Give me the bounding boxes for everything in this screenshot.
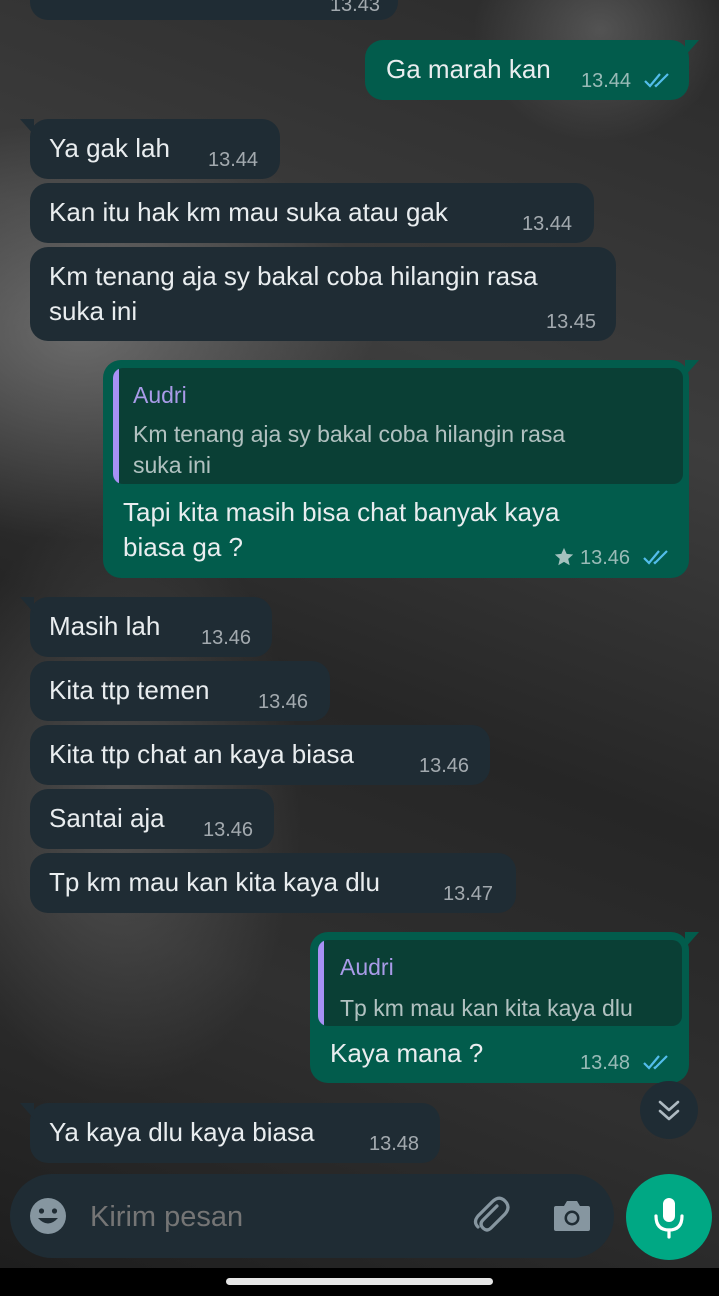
quote-author: Audri — [133, 382, 187, 408]
message-bubble-incoming[interactable]: Masih lah 13.46 — [20, 597, 272, 657]
microphone-icon — [654, 1198, 684, 1239]
paperclip-icon[interactable] — [470, 1194, 514, 1238]
message-text: Santai aja — [49, 803, 165, 833]
message-time: 13.46 — [258, 691, 309, 713]
message-time: 13.46 — [419, 755, 470, 777]
read-ticks-icon — [643, 1055, 668, 1070]
message-composer[interactable] — [10, 1174, 614, 1258]
system-navigation-bar — [0, 1268, 719, 1296]
message-text: Kita ttp chat an kaya biasa — [49, 739, 354, 769]
message-time: 13.48 — [369, 1133, 420, 1155]
message-text: Tp km mau kan kita kaya dlu — [49, 867, 380, 897]
message-time: 13.45 — [546, 311, 597, 333]
quoted-message[interactable]: Audri Tp km mau kan kita kaya dlu — [318, 940, 682, 1026]
double-chevron-down-icon — [658, 1100, 680, 1121]
message-bubble-outgoing[interactable]: Audri Km tenang aja sy bakal coba hilang… — [103, 360, 699, 578]
message-text: Masih lah — [49, 611, 161, 641]
quoted-message[interactable]: Audri Km tenang aja sy bakal coba hilang… — [113, 368, 683, 484]
message-time: 13.47 — [443, 883, 494, 905]
quote-accent-bar — [113, 368, 119, 484]
message-text: Tapi kita masih bisa chat banyak kaya bi… — [123, 497, 560, 562]
read-ticks-icon — [644, 73, 669, 88]
emoji-icon[interactable] — [28, 1196, 68, 1236]
message-time: 13.46 — [201, 627, 252, 649]
message-time: 13.44 — [522, 213, 573, 235]
message-time: 13.46 — [203, 819, 254, 841]
message-bubble-incoming[interactable]: Km tenang aja sy bakal coba hilangin ras… — [30, 247, 616, 341]
quote-text: Tp km mau kan kita kaya dlu — [340, 995, 633, 1021]
message-time: 13.44 — [208, 149, 259, 171]
message-bubble-incoming[interactable]: Kita ttp chat an kaya biasa 13.46 — [30, 725, 490, 785]
message-text: Kita ttp temen — [49, 675, 210, 705]
voice-message-button[interactable] — [626, 1174, 712, 1260]
message-bubble-outgoing[interactable]: Ga marah kan 13.44 — [365, 40, 699, 100]
message-bubble-incoming[interactable]: Tp km mau kan kita kaya dlu 13.47 — [30, 853, 516, 913]
message-text: Ga marah kan — [386, 54, 551, 84]
message-bubble-incoming[interactable]: Kan itu hak km mau suka atau gak 13.44 — [30, 183, 594, 243]
quote-text: Km tenang aja sy bakal coba hilangin ras… — [133, 421, 566, 478]
message-text: Kan itu hak km mau suka atau gak — [49, 197, 448, 227]
read-ticks-icon — [643, 550, 668, 565]
scroll-to-bottom-button[interactable] — [640, 1081, 698, 1139]
message-time: 13.48 — [580, 1052, 631, 1074]
home-gesture-bar[interactable] — [226, 1278, 493, 1285]
message-time: 13.44 — [581, 70, 632, 92]
message-bubble-incoming[interactable]: Santai aja 13.46 — [30, 789, 274, 849]
message-time: 13.43 — [329, 0, 380, 16]
star-icon — [554, 547, 574, 566]
message-input[interactable] — [88, 1194, 462, 1240]
camera-icon[interactable] — [552, 1198, 592, 1234]
message-bubble-incoming[interactable]: Ya kaya dlu kaya biasa 13.48 — [20, 1103, 440, 1163]
message-time: 13.46 — [580, 547, 631, 569]
quote-accent-bar — [318, 940, 324, 1026]
quote-author: Audri — [340, 954, 394, 980]
message-text: Ya kaya dlu kaya biasa — [49, 1117, 315, 1147]
message-text: Km tenang aja sy bakal coba hilangin ras… — [49, 261, 538, 326]
message-text: Ya gak lah — [49, 133, 170, 163]
message-bubble-incoming[interactable]: 13.43 — [30, 0, 398, 20]
message-bubble-outgoing[interactable]: Audri Tp km mau kan kita kaya dlu Kaya m… — [310, 932, 699, 1083]
message-text: Kaya mana ? — [330, 1038, 484, 1068]
message-bubble-incoming[interactable]: Kita ttp temen 13.46 — [30, 661, 330, 721]
message-bubble-incoming[interactable]: Ya gak lah 13.44 — [20, 119, 280, 179]
